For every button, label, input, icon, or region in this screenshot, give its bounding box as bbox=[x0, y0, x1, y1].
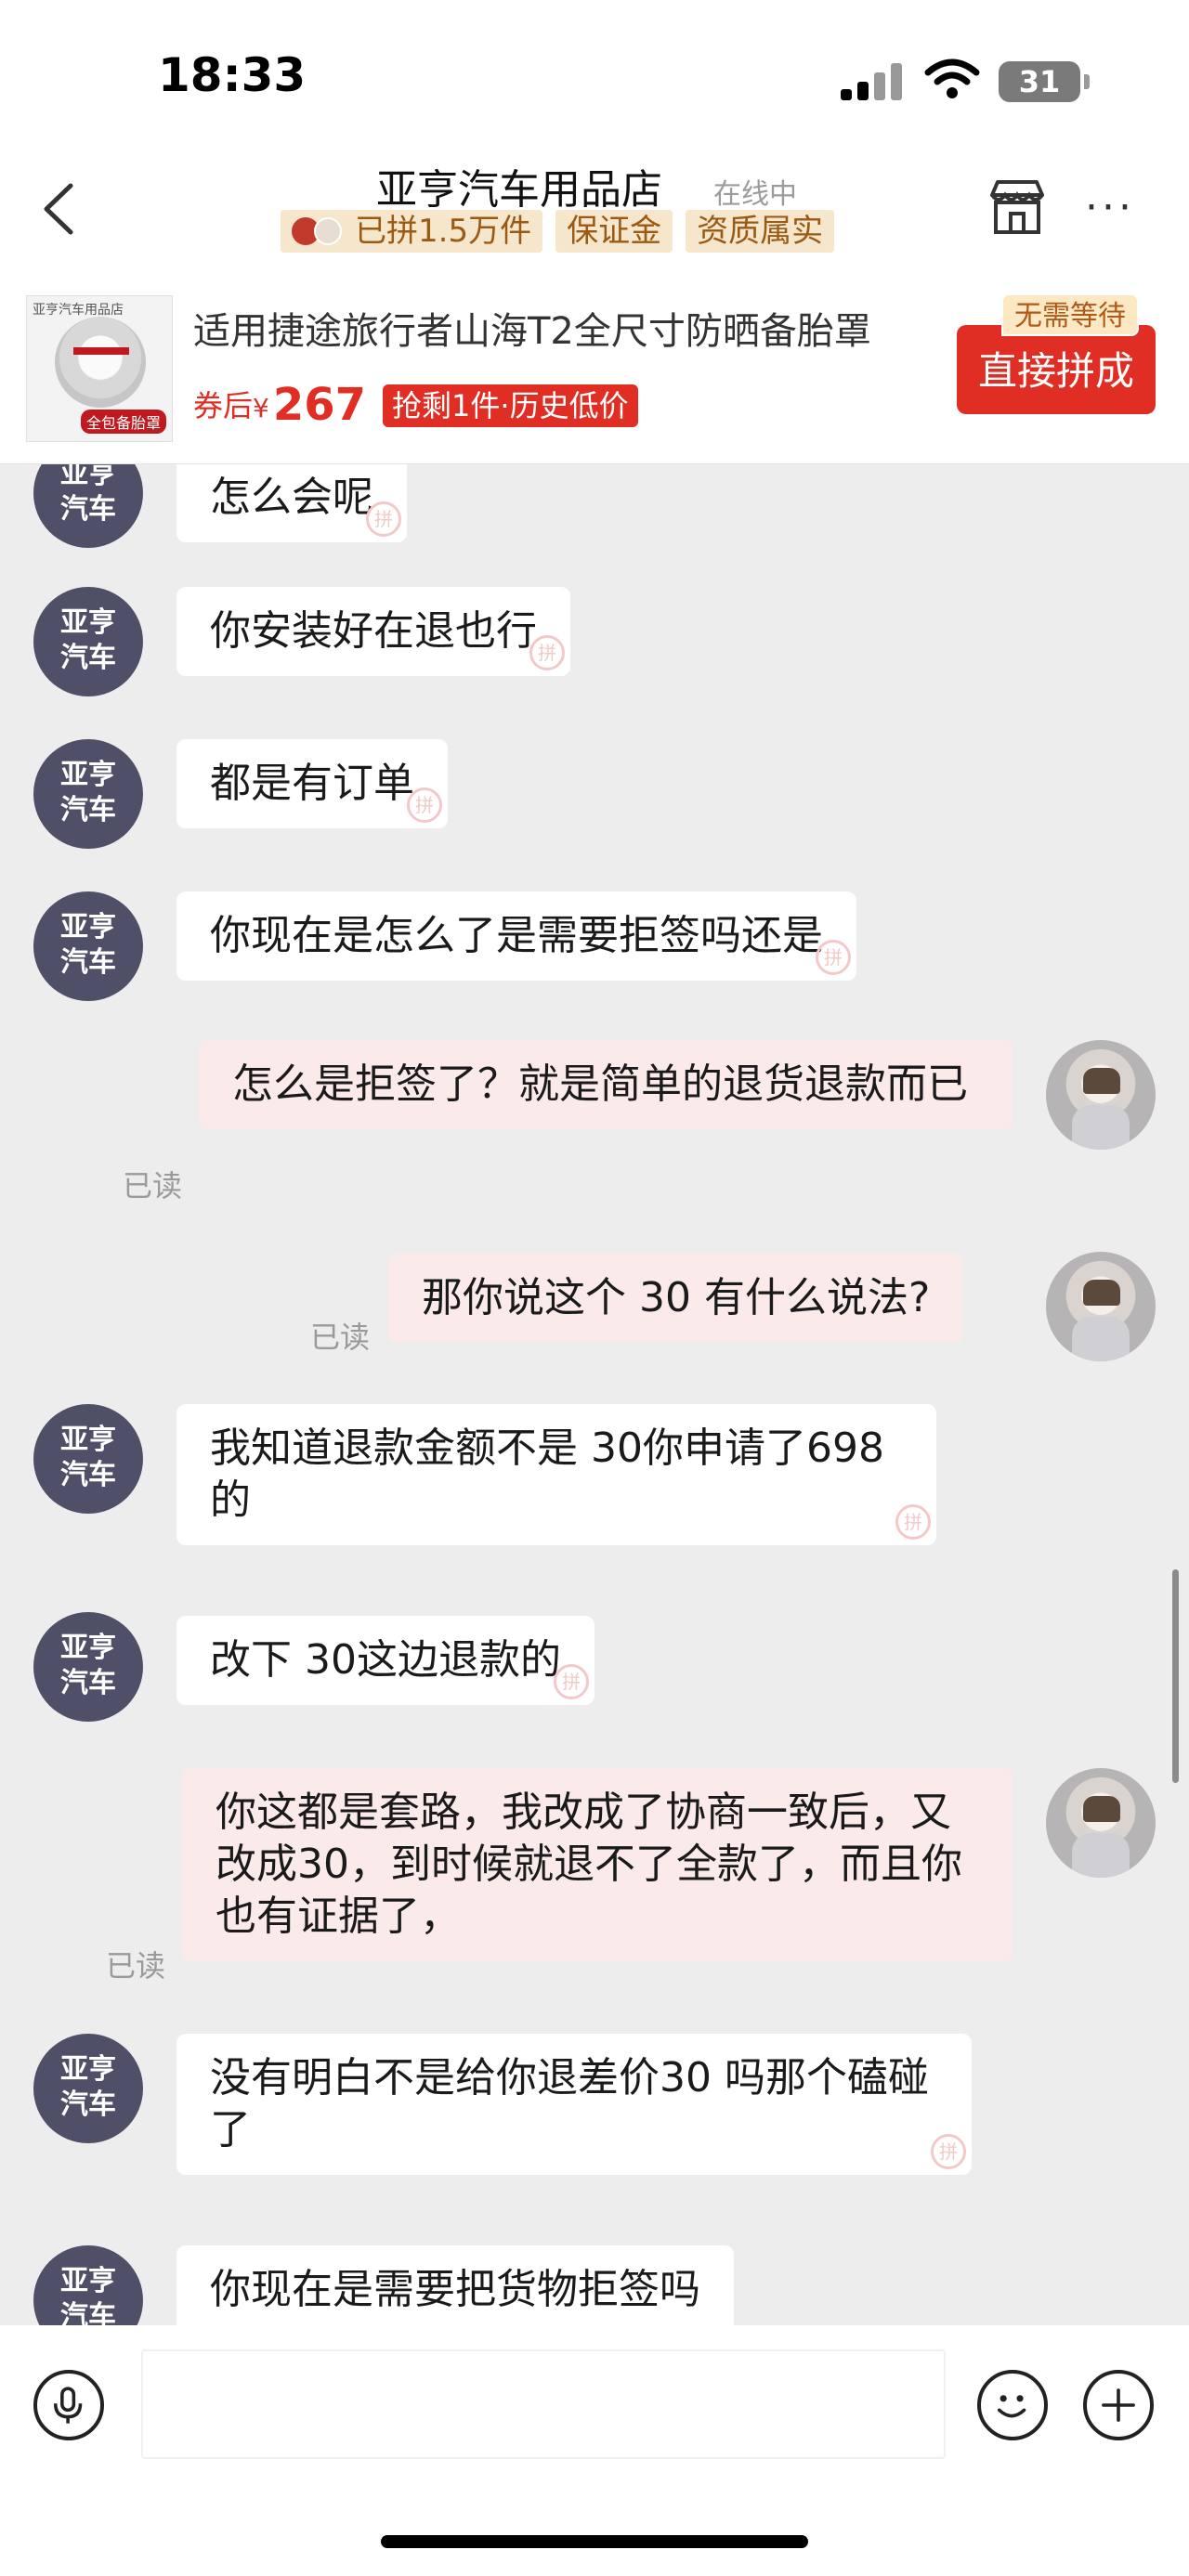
product-name[interactable]: 适用捷途旅行者山海T2全尺寸防晒备胎罩 bbox=[193, 301, 927, 355]
shop-avatar[interactable]: 亚亨 汽车 bbox=[33, 464, 143, 548]
message-text: 怎么会呢 bbox=[210, 474, 373, 521]
message-text: 你安装好在退也行 bbox=[210, 607, 537, 655]
read-receipt: 已读 bbox=[310, 1320, 371, 1355]
more-icon[interactable]: ··· bbox=[1085, 184, 1150, 231]
message-bubble[interactable]: 我知道退款金额不是 30你申请了698的 拼 bbox=[176, 1404, 936, 1545]
pin-seal-icon: 拼 bbox=[553, 1664, 589, 1699]
user-avatar[interactable] bbox=[1046, 1040, 1156, 1150]
pin-seal-icon: 拼 bbox=[816, 940, 851, 975]
message-list[interactable]: 亚亨 汽车 怎么会呢 拼 亚亨 汽车 你安装好在退也行 拼 亚亨 汽车 都是有订单 拼… bbox=[0, 464, 1189, 2325]
message-text: 你现在是需要把货物拒签吗 bbox=[210, 2266, 700, 2313]
badge-sold-count: 已拼1.5万件 bbox=[281, 210, 543, 253]
shop-avatar[interactable]: 亚亨 汽车 bbox=[33, 587, 143, 696]
product-image-tag: 全包备胎罩 bbox=[81, 410, 167, 434]
wifi-icon bbox=[924, 59, 980, 98]
shop-avatar[interactable]: 亚亨 汽车 bbox=[33, 891, 143, 1001]
pin-seal-icon: 拼 bbox=[931, 2134, 966, 2169]
message-text: 都是有订单 bbox=[210, 760, 414, 807]
message-text: 没有明白不是给你退差价30 吗那个磕碰了 bbox=[210, 2054, 929, 2153]
message-text: 你现在是怎么了是需要拒签吗还是 bbox=[210, 912, 823, 959]
product-image-shop: 亚亨汽车用品店 bbox=[33, 303, 124, 318]
mic-icon[interactable] bbox=[33, 2370, 104, 2440]
product-image[interactable]: 亚亨汽车用品店 全包备胎罩 bbox=[26, 295, 173, 442]
promo-badge: 抢剩1件·历史低价 bbox=[383, 384, 638, 427]
buyer-avatars bbox=[292, 215, 347, 247]
pin-seal-icon: 拼 bbox=[407, 787, 442, 823]
pin-seal-icon: 拼 bbox=[895, 1504, 931, 1540]
badge-verified: 资质属实 bbox=[686, 210, 835, 253]
message-bubble[interactable]: 你这都是套路，我改成了协商一致后，又改成30，到时候就退不了全款了，而且你也有证… bbox=[182, 1768, 1013, 1961]
read-receipt: 已读 bbox=[106, 1948, 166, 1984]
store-icon[interactable] bbox=[985, 175, 1050, 240]
input-bar bbox=[0, 2325, 1189, 2576]
message-input[interactable] bbox=[141, 2349, 946, 2459]
home-indicator[interactable] bbox=[381, 2535, 808, 2548]
product-card[interactable]: 亚亨汽车用品店 全包备胎罩 适用捷途旅行者山海T2全尺寸防晒备胎罩 券后 ¥ 2… bbox=[0, 269, 1189, 464]
message-text: 你这都是套路，我改成了协商一致后，又改成30，到时候就退不了全款了，而且你也有证… bbox=[216, 1789, 962, 1940]
shop-avatar[interactable]: 亚亨 汽车 bbox=[33, 1612, 143, 1722]
shop-avatar[interactable]: 亚亨 汽车 bbox=[33, 739, 143, 849]
read-receipt: 已读 bbox=[123, 1168, 183, 1203]
chat-header: 亚亨汽车用品店 在线中 已拼1.5万件 保证金 资质属实 ··· bbox=[0, 149, 1189, 269]
chat-scrollbar[interactable] bbox=[1172, 1569, 1179, 1783]
message-text: 改下 30这边退款的 bbox=[210, 1636, 561, 1684]
signal-icon bbox=[841, 63, 906, 100]
message-text: 那你说这个 30 有什么说法? bbox=[422, 1274, 931, 1321]
user-avatar[interactable] bbox=[1046, 1252, 1156, 1361]
message-text: 怎么是拒签了？就是简单的退货退款而已 bbox=[232, 1060, 968, 1108]
message-bubble[interactable]: 没有明白不是给你退差价30 吗那个磕碰了 拼 bbox=[176, 2034, 972, 2175]
price-prefix: 券后 bbox=[193, 388, 254, 423]
status-time: 18:33 bbox=[158, 48, 307, 102]
message-bubble[interactable]: 你安装好在退也行 拼 bbox=[176, 587, 570, 676]
message-bubble[interactable]: 你现在是需要把货物拒签吗 bbox=[176, 2245, 734, 2325]
back-arrow-icon[interactable] bbox=[33, 176, 89, 241]
price-currency: ¥ bbox=[253, 393, 269, 423]
shop-title[interactable]: 亚亨汽车用品店 bbox=[376, 156, 662, 215]
message-bubble[interactable]: 改下 30这边退款的 拼 bbox=[176, 1616, 594, 1705]
emoji-icon[interactable] bbox=[977, 2370, 1048, 2440]
message-bubble[interactable]: 那你说这个 30 有什么说法? bbox=[388, 1254, 964, 1343]
buy-now-button[interactable]: 直接拼成 bbox=[957, 325, 1156, 414]
product-price: 267 bbox=[272, 379, 367, 431]
tire-cover-stripe bbox=[73, 347, 129, 355]
message-bubble[interactable]: 怎么会呢 拼 bbox=[176, 464, 407, 542]
status-bar: 18:33 31 bbox=[0, 0, 1189, 149]
no-wait-badge: 无需等待 bbox=[1001, 293, 1139, 336]
badge-label: 已拼1.5万件 bbox=[355, 213, 532, 250]
shop-avatar[interactable]: 亚亨 汽车 bbox=[33, 1404, 143, 1514]
message-bubble[interactable]: 都是有订单 拼 bbox=[176, 739, 448, 828]
shop-badges: 已拼1.5万件 保证金 资质属实 bbox=[281, 210, 835, 253]
battery-indicator: 31 bbox=[999, 61, 1090, 102]
pin-seal-icon: 拼 bbox=[366, 501, 401, 537]
pin-seal-icon: 拼 bbox=[529, 635, 565, 670]
badge-deposit: 保证金 bbox=[555, 210, 673, 253]
message-bubble[interactable]: 怎么是拒签了？就是简单的退货退款而已 bbox=[199, 1040, 1013, 1129]
user-avatar[interactable] bbox=[1046, 1768, 1156, 1878]
message-bubble[interactable]: 你现在是怎么了是需要拒签吗还是 拼 bbox=[176, 891, 856, 981]
shop-avatar[interactable]: 亚亨 汽车 bbox=[33, 2034, 143, 2143]
plus-icon[interactable] bbox=[1083, 2370, 1154, 2440]
tire-cover-graphic bbox=[55, 317, 146, 408]
price-row: 券后 ¥ 267 抢剩1件·历史低价 bbox=[193, 379, 638, 431]
shop-avatar[interactable]: 亚亨 汽车 bbox=[33, 2245, 143, 2325]
online-status: 在线中 bbox=[713, 178, 797, 211]
message-text: 我知道退款金额不是 30你申请了698的 bbox=[210, 1425, 884, 1524]
